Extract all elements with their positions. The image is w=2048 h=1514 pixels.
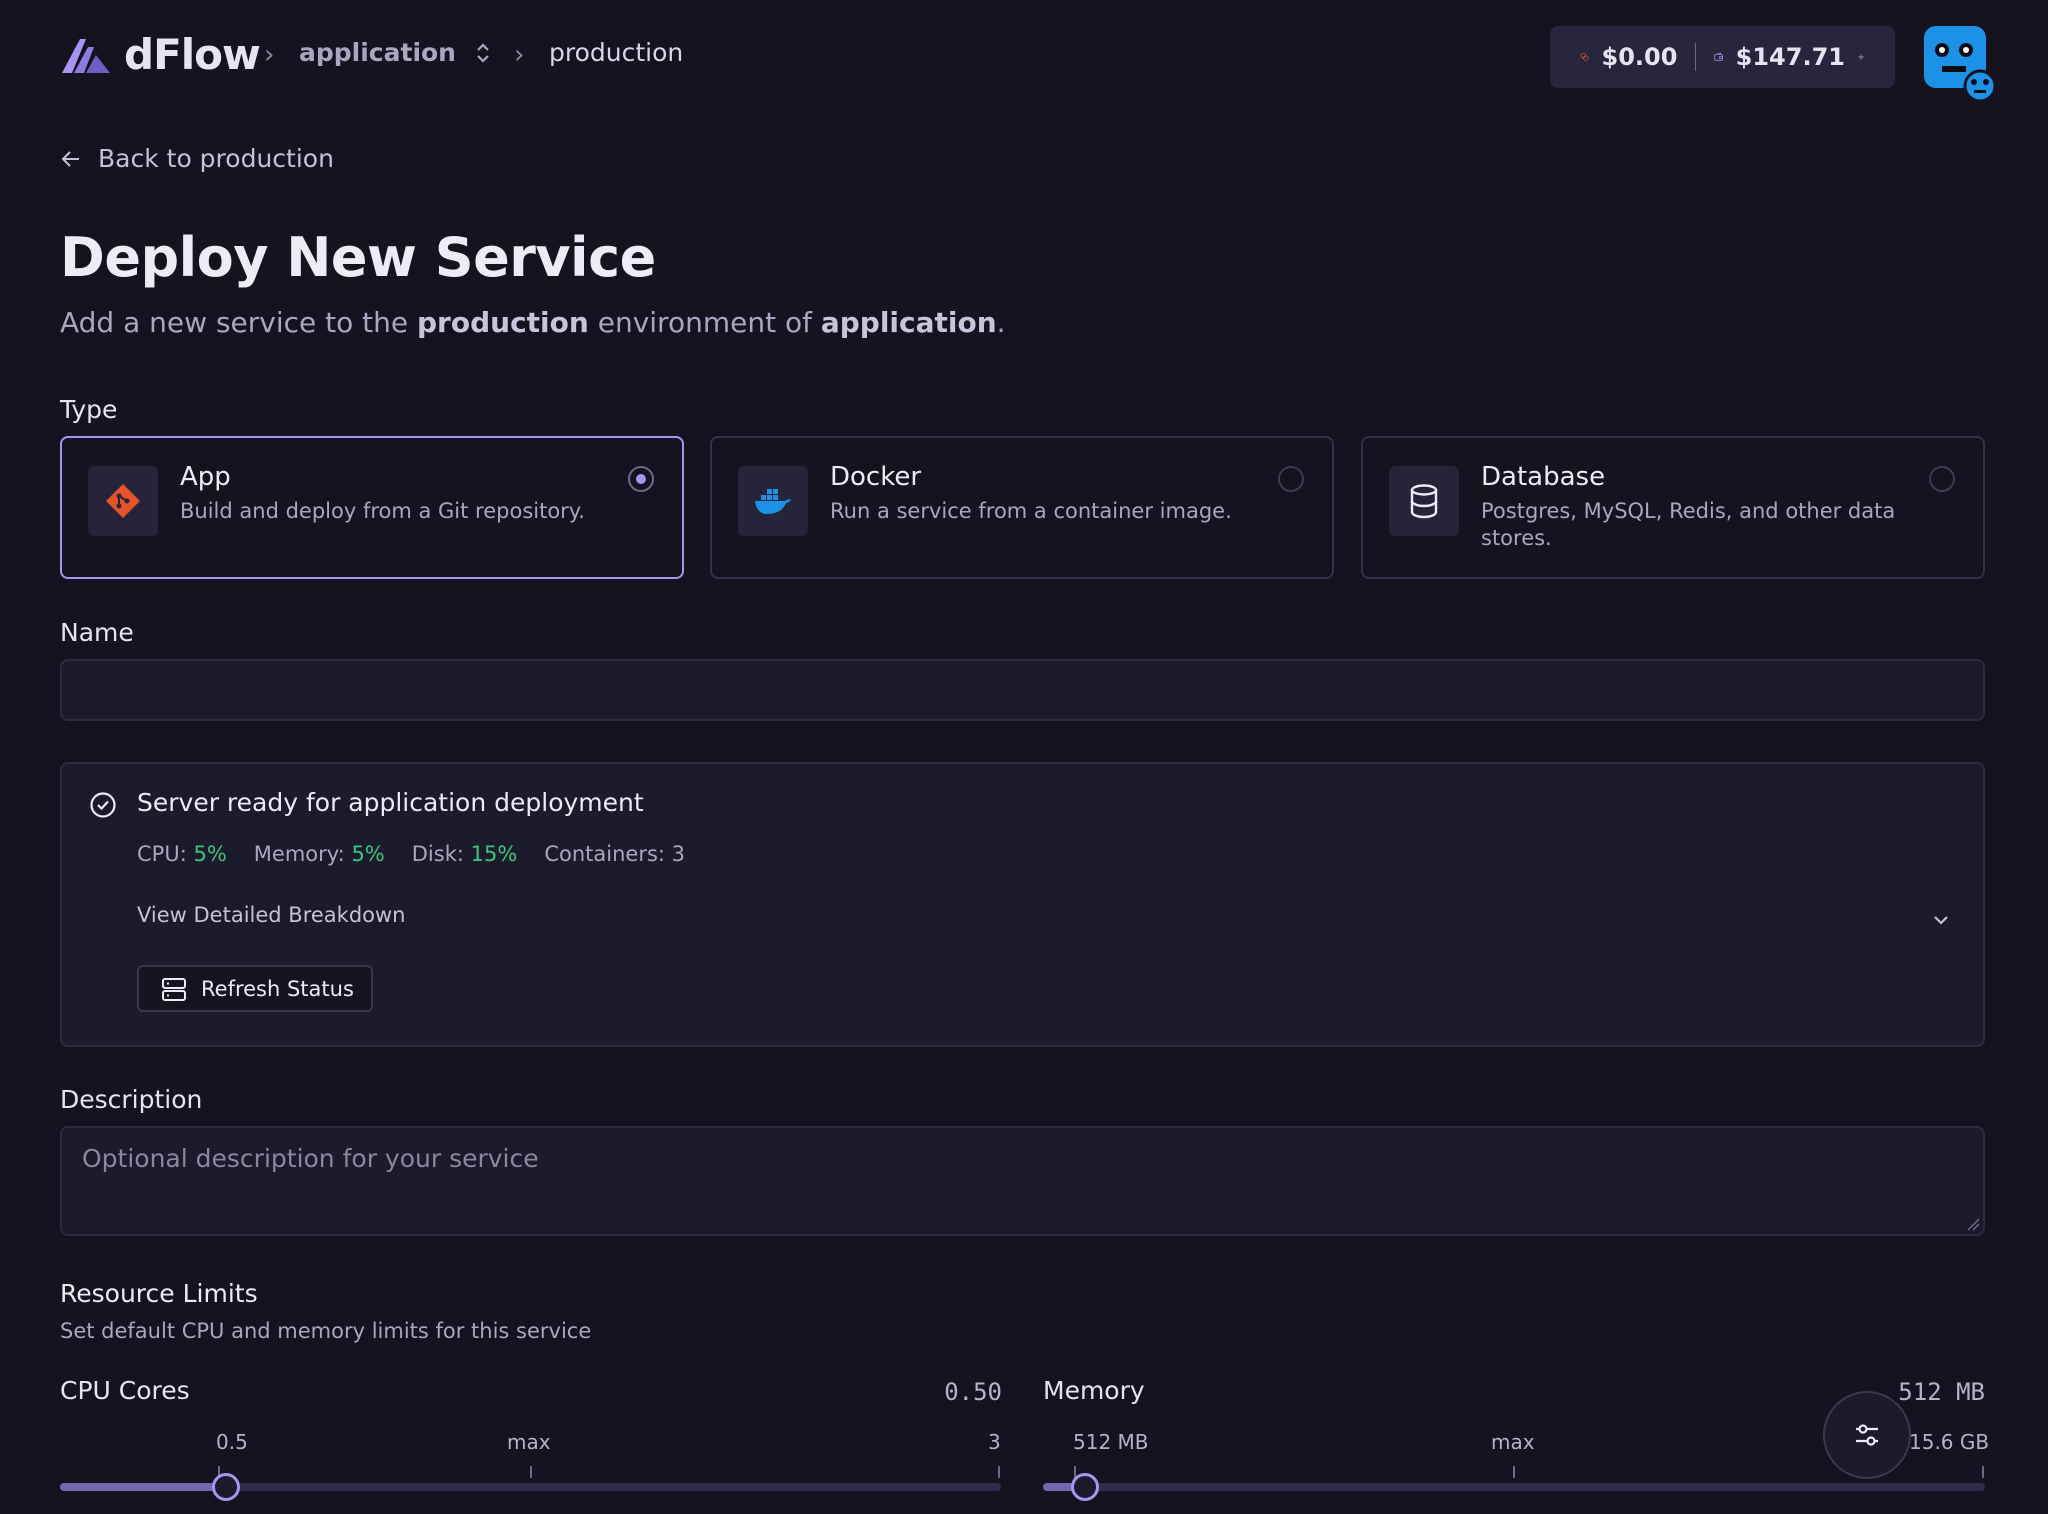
dflow-logo-icon [62, 38, 110, 73]
settings-fab-button[interactable] [1823, 1391, 1911, 1479]
chevron-down-icon[interactable] [1929, 908, 1953, 932]
back-link-label: Back to production [98, 144, 334, 173]
cpu-tick-min: 0.5 [216, 1430, 248, 1454]
memory-metric: Memory: 5% [253, 842, 385, 866]
type-option-docker[interactable]: Docker Run a service from a container im… [710, 436, 1334, 579]
chevron-up-down-icon [477, 42, 489, 63]
type-option-database[interactable]: Database Postgres, MySQL, Redis, and oth… [1361, 436, 1985, 579]
back-link[interactable]: Back to production [60, 144, 334, 173]
type-option-name: App [180, 462, 231, 492]
cpu-cores-value: 0.50 [944, 1378, 1002, 1406]
cpu-slider-fill [60, 1483, 226, 1491]
server-metrics: CPU: 5% Memory: 5% Disk: 15% Containers:… [137, 842, 685, 866]
wallet-balance: $147.71 [1735, 43, 1845, 71]
server-icon [162, 977, 186, 1001]
memory-slider-track[interactable] [1043, 1483, 1985, 1491]
balance-widget[interactable]: $0.00 $147.71 [1550, 26, 1895, 88]
radio-unselected[interactable] [1929, 466, 1955, 492]
docker-icon [738, 466, 808, 536]
chevron-right-icon: › [264, 40, 275, 70]
memory-tick-min: 512 MB [1073, 1430, 1149, 1454]
chevron-right-icon: › [514, 40, 525, 70]
git-icon [88, 466, 158, 536]
breadcrumb-project[interactable]: application [299, 38, 492, 67]
memory-tick-max: 15.6 GB [1909, 1430, 1990, 1454]
logo[interactable]: dFlow [60, 30, 261, 79]
credits-balance: $0.00 [1601, 43, 1678, 71]
cpu-cores-label: CPU Cores [60, 1376, 190, 1405]
resize-handle-icon[interactable] [1966, 1217, 1980, 1231]
page-subtitle: Add a new service to the production envi… [60, 306, 1006, 339]
radio-unselected[interactable] [1278, 466, 1304, 492]
logo-text: dFlow [124, 30, 261, 79]
server-status-title: Server ready for application deployment [137, 788, 644, 817]
type-label: Type [60, 395, 118, 424]
name-input[interactable] [60, 659, 1985, 721]
wallet-icon [1714, 52, 1723, 61]
database-icon [1389, 466, 1459, 536]
name-label: Name [60, 618, 134, 647]
divider [1695, 43, 1697, 71]
containers-metric: Containers: 3 [544, 842, 686, 866]
sliders-icon [1856, 1424, 1878, 1446]
page-title: Deploy New Service [60, 226, 656, 289]
tick-mark [530, 1466, 532, 1478]
check-circle-icon [90, 792, 116, 818]
disk-metric: Disk: 15% [411, 842, 518, 866]
resource-limits-subtitle: Set default CPU and memory limits for th… [60, 1319, 592, 1343]
type-option-name: Docker [830, 462, 922, 492]
refresh-status-label: Refresh Status [201, 976, 354, 1001]
tick-mark [1982, 1466, 1984, 1478]
avatar[interactable] [1922, 26, 2002, 102]
resource-limits-title: Resource Limits [60, 1279, 258, 1308]
refresh-status-button[interactable]: Refresh Status [137, 965, 373, 1012]
description-label: Description [60, 1085, 203, 1114]
breadcrumb-environment[interactable]: production [549, 38, 683, 67]
description-placeholder: Optional description for your service [82, 1144, 539, 1173]
description-textarea[interactable]: Optional description for your service [60, 1126, 1985, 1236]
cpu-slider-thumb[interactable] [212, 1473, 240, 1501]
memory-label: Memory [1043, 1376, 1145, 1405]
memory-tick-max-label: max [1491, 1430, 1535, 1454]
type-option-description: Postgres, MySQL, Redis, and other data s… [1481, 499, 1896, 550]
tick-mark [998, 1466, 1000, 1478]
type-option-name: Database [1481, 462, 1606, 492]
cpu-tick-max: 3 [988, 1430, 1001, 1454]
view-breakdown-toggle[interactable]: View Detailed Breakdown [137, 903, 406, 927]
breadcrumb-project-label: application [299, 38, 456, 67]
radio-selected[interactable] [628, 466, 654, 492]
type-option-app[interactable]: App Build and deploy from a Git reposito… [60, 436, 684, 579]
cpu-tick-max-label: max [507, 1430, 551, 1454]
type-option-description: Build and deploy from a Git repository. [180, 499, 585, 523]
type-option-description: Run a service from a container image. [830, 499, 1232, 523]
arrow-left-icon [61, 150, 79, 167]
cpu-metric: CPU: 5% [137, 842, 227, 866]
tick-mark [1513, 1466, 1515, 1478]
coins-icon [1580, 52, 1589, 61]
memory-slider-thumb[interactable] [1071, 1473, 1099, 1501]
plus-icon[interactable] [1857, 46, 1865, 68]
